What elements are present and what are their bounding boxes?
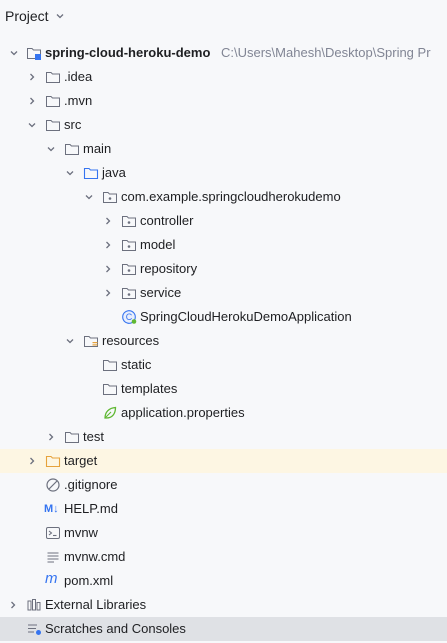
tree-node-label: service — [140, 285, 182, 300]
chevron-right-icon[interactable] — [103, 216, 113, 226]
tree-node-templates[interactable]: templates — [0, 377, 447, 401]
tree-node-java[interactable]: java — [0, 161, 447, 185]
tree-node-app-properties[interactable]: application.properties — [0, 401, 447, 425]
tree-node-root[interactable]: spring-cloud-heroku-demo C:\Users\Mahesh… — [0, 41, 447, 65]
library-icon — [27, 599, 41, 611]
folder-icon — [103, 384, 117, 395]
chevron-right-icon[interactable] — [46, 432, 56, 442]
spring-boot-class-icon: C — [122, 310, 137, 324]
chevron-down-icon[interactable] — [65, 336, 75, 346]
source-folder-icon — [83, 167, 99, 180]
chevron-right-icon[interactable] — [27, 72, 37, 82]
tree-node-label: test — [83, 429, 104, 444]
tree-node-label: target — [64, 453, 98, 468]
tree-node-resources[interactable]: resources — [0, 329, 447, 353]
tree-node-label: spring-cloud-heroku-demo — [45, 45, 211, 60]
tree-node-label: com.example.springcloudherokudemo — [121, 189, 341, 204]
chevron-down-icon[interactable] — [84, 192, 94, 202]
tree-node-label: .mvn — [64, 93, 93, 108]
tree-node-model[interactable]: model — [0, 233, 447, 257]
package-icon — [122, 216, 136, 227]
chevron-right-icon[interactable] — [8, 600, 18, 610]
tree-node-label: pom.xml — [64, 573, 114, 588]
tree-node-mvnw[interactable]: mvnw — [0, 521, 447, 545]
folder-icon — [46, 96, 60, 107]
chevron-right-icon[interactable] — [27, 456, 37, 466]
tree-node-src[interactable]: src — [0, 113, 447, 137]
tree-node-static[interactable]: static — [0, 353, 447, 377]
spring-leaf-icon — [104, 406, 117, 419]
project-panel-header: Project — [0, 0, 447, 34]
ignore-file-icon — [46, 478, 60, 492]
chevron-right-icon[interactable] — [103, 240, 113, 250]
tree-node-gitignore[interactable]: .gitignore — [0, 473, 447, 497]
package-icon — [122, 240, 136, 251]
tree-node-label: application.properties — [121, 405, 245, 420]
chevron-down-icon[interactable] — [9, 48, 19, 58]
tree-node-label: Scratches and Consoles — [45, 621, 186, 636]
tree-node-test[interactable]: test — [0, 425, 447, 449]
tree-node-label: templates — [121, 381, 178, 396]
chevron-right-icon[interactable] — [27, 96, 37, 106]
tree-node-help-md[interactable]: M↓ HELP.md — [0, 497, 447, 521]
module-path: C:\Users\Mahesh\Desktop\Spring Pr — [221, 45, 431, 60]
scratches-icon — [28, 624, 41, 635]
tree-node-label: mvnw — [64, 525, 98, 540]
tree-node-label: src — [64, 117, 82, 132]
tree-node-target[interactable]: target — [0, 449, 447, 473]
tree-node-label: main — [83, 141, 112, 156]
tree-node-mvn[interactable]: .mvn — [0, 89, 447, 113]
folder-icon — [103, 360, 117, 371]
folder-icon — [46, 120, 60, 131]
tree-node-label: External Libraries — [45, 597, 147, 612]
chevron-down-icon[interactable] — [65, 168, 75, 178]
tree-node-package[interactable]: com.example.springcloudherokudemo — [0, 185, 447, 209]
tree-node-label: .gitignore — [64, 477, 118, 492]
tree-node-repository[interactable]: repository — [0, 257, 447, 281]
tree-node-label: .idea — [64, 69, 93, 84]
chevron-right-icon[interactable] — [103, 288, 113, 298]
tree-node-label: SpringCloudHerokuDemoApplication — [140, 309, 352, 324]
maven-icon: m — [45, 570, 58, 587]
folder-icon — [46, 72, 60, 83]
resources-folder-icon — [84, 336, 98, 347]
tree-node-idea[interactable]: .idea — [0, 65, 447, 89]
excluded-folder-icon — [45, 455, 61, 468]
text-file-icon — [47, 552, 59, 563]
folder-icon — [65, 144, 79, 155]
tree-node-label: resources — [102, 333, 160, 348]
chevron-down-icon[interactable] — [46, 144, 56, 154]
panel-title[interactable]: Project — [5, 8, 49, 24]
tree-node-label: mvnw.cmd — [64, 549, 126, 564]
tree-node-app-class[interactable]: C SpringCloudHerokuDemoApplication — [0, 305, 447, 329]
package-icon — [122, 264, 136, 275]
tree-node-controller[interactable]: controller — [0, 209, 447, 233]
package-icon — [122, 288, 136, 299]
folder-icon — [65, 432, 79, 443]
package-icon — [103, 192, 117, 203]
svg-text:C: C — [126, 312, 133, 322]
tree-node-label: static — [121, 357, 152, 372]
chevron-right-icon[interactable] — [103, 264, 113, 274]
module-folder-icon — [27, 48, 41, 60]
tree-node-label: controller — [140, 213, 194, 228]
tree-node-main[interactable]: main — [0, 137, 447, 161]
tree-node-label: repository — [140, 261, 198, 276]
tree-node-external-libraries[interactable]: External Libraries — [0, 593, 447, 617]
tree-node-mvnw-cmd[interactable]: mvnw.cmd — [0, 545, 447, 569]
tree-node-scratches[interactable]: Scratches and Consoles — [0, 617, 447, 641]
chevron-down-icon[interactable] — [55, 11, 65, 21]
tree-node-service[interactable]: service — [0, 281, 447, 305]
tree-node-label: model — [140, 237, 176, 252]
tree-node-pom[interactable]: m pom.xml — [0, 569, 447, 593]
markdown-icon: M↓ — [44, 503, 59, 515]
shell-script-icon — [46, 527, 60, 539]
tree-node-label: HELP.md — [64, 501, 118, 516]
tree-node-label: java — [102, 165, 126, 180]
chevron-down-icon[interactable] — [27, 120, 37, 130]
